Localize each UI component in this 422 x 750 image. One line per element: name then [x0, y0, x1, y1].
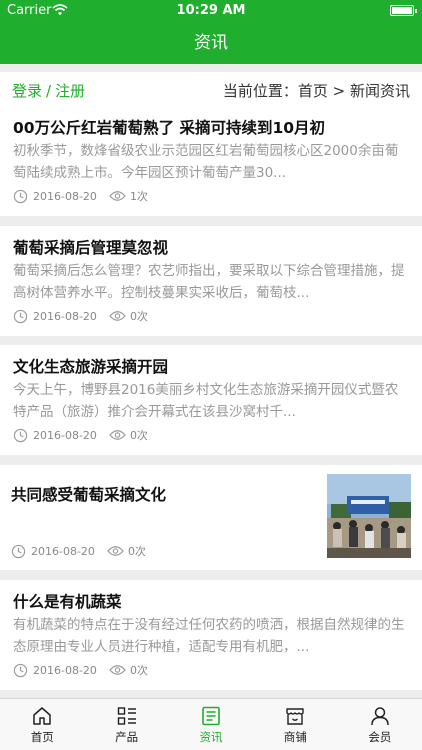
- article-title[interactable]: 葡萄采摘后管理莫忽视: [13, 236, 168, 258]
- tab-label: 资讯: [199, 730, 223, 744]
- breadcrumb[interactable]: 当前位置：首页 > 新闻资讯: [223, 80, 410, 101]
- clock-icon: [11, 544, 26, 558]
- article-date: 2016-08-20: [33, 663, 97, 677]
- eye-icon: [109, 311, 126, 321]
- view-count-text: 0次: [129, 310, 148, 323]
- view-count-text: 1次: [129, 190, 148, 203]
- article-date: 2016-08-20: [33, 309, 97, 323]
- home-icon: [33, 707, 51, 725]
- article-summary: 葡萄采摘后怎么管理？农艺师指出，要采取以下综合管理措施，提高树体营养水平。控制枝…: [13, 263, 405, 301]
- tab-news[interactable]: 资讯: [169, 699, 253, 750]
- page-title: 资讯: [194, 33, 228, 53]
- article-card[interactable]: 文化生态旅游采摘开园 今天上午，博野县2016美丽乡村文化生态旅游采摘开园仪式暨…: [0, 345, 422, 455]
- news-icon: [202, 706, 220, 726]
- view-count: 0次: [109, 662, 148, 678]
- article-date: 2016-08-20: [33, 189, 97, 203]
- article-title[interactable]: 文化生态旅游采摘开园: [13, 355, 168, 377]
- clock-icon: [13, 309, 28, 323]
- tab-label: 产品: [115, 730, 139, 744]
- tab-label: 会员: [368, 730, 392, 744]
- article-title[interactable]: 什么是有机蔬菜: [13, 590, 122, 612]
- article-meta: 2016-08-20 0次: [11, 543, 146, 559]
- article-summary: 今天上午，博野县2016美丽乡村文化生态旅游采摘开园仪式暨农特产品（旅游）推介会…: [13, 382, 399, 420]
- auth-separator: /: [46, 82, 52, 100]
- view-count-text: 0次: [129, 429, 148, 442]
- eye-icon: [109, 665, 126, 675]
- view-count: 0次: [107, 543, 146, 559]
- tab-store[interactable]: 商铺: [253, 699, 337, 750]
- clock-icon: [13, 428, 28, 442]
- bottom-tab-bar: 首页 产品 资讯 商铺 会员: [0, 698, 422, 750]
- tab-label: 商铺: [283, 730, 307, 744]
- view-count: 0次: [109, 427, 148, 443]
- article-meta: 2016-08-20 0次: [13, 308, 148, 324]
- article-date: 2016-08-20: [31, 544, 95, 558]
- view-count: 1次: [109, 188, 148, 204]
- article-card[interactable]: 共同感受葡萄采摘文化 2016-08-20 0次: [0, 465, 422, 570]
- view-count-text: 0次: [129, 664, 148, 677]
- tab-member[interactable]: 会员: [338, 699, 422, 750]
- status-bar: Carrier 10:29 AM: [0, 0, 422, 22]
- article-meta: 2016-08-20 1次: [13, 188, 148, 204]
- article-date: 2016-08-20: [33, 428, 97, 442]
- clock-icon: [13, 663, 28, 677]
- grid-list-icon: [117, 707, 136, 725]
- auth-links: 登录 / 注册: [12, 80, 85, 101]
- article-thumbnail[interactable]: [327, 474, 411, 558]
- eye-icon: [107, 546, 124, 556]
- eye-icon: [109, 430, 126, 440]
- tab-products[interactable]: 产品: [84, 699, 168, 750]
- article-meta: 2016-08-20 0次: [13, 427, 148, 443]
- article-card[interactable]: 00万公斤红岩葡萄熟了 采摘可持续到10月初 初秋季节，数烽省级农业示范园区红岩…: [0, 106, 422, 216]
- article-card[interactable]: 什么是有机蔬菜 有机蔬菜的特点在于没有经过任何农药的喷洒，根据自然规律的生态原理…: [0, 580, 422, 690]
- tab-home[interactable]: 首页: [0, 699, 84, 750]
- clock-label: 10:29 AM: [176, 3, 246, 18]
- eye-icon: [109, 191, 126, 201]
- login-link[interactable]: 登录: [12, 82, 42, 100]
- article-summary: 有机蔬菜的特点在于没有经过任何农药的喷洒，根据自然规律的生态原理由专业人员进行种…: [13, 617, 405, 655]
- battery-icon: [390, 5, 417, 16]
- user-icon: [371, 707, 389, 726]
- breadcrumb-bar: 登录 / 注册 当前位置：首页 > 新闻资讯: [0, 72, 422, 106]
- event-photo: [327, 474, 411, 558]
- clock-icon: [13, 189, 28, 203]
- tab-label: 首页: [30, 730, 54, 744]
- article-summary: 初秋季节，数烽省级农业示范园区红岩葡萄园核心区2000余亩葡萄陆续成熟上市。今年…: [13, 143, 399, 181]
- store-icon: [286, 708, 305, 725]
- article-card[interactable]: 葡萄采摘后管理莫忽视 葡萄采摘后怎么管理？农艺师指出，要采取以下综合管理措施，提…: [0, 226, 422, 336]
- article-meta: 2016-08-20 0次: [13, 662, 148, 678]
- article-title[interactable]: 00万公斤红岩葡萄熟了 采摘可持续到10月初: [13, 116, 325, 138]
- navigation-bar: Carrier 10:29 AM 资讯: [0, 0, 422, 64]
- view-count-text: 0次: [127, 545, 146, 558]
- article-title[interactable]: 共同感受葡萄采摘文化: [11, 483, 166, 505]
- view-count: 0次: [109, 308, 148, 324]
- register-link[interactable]: 注册: [55, 82, 85, 100]
